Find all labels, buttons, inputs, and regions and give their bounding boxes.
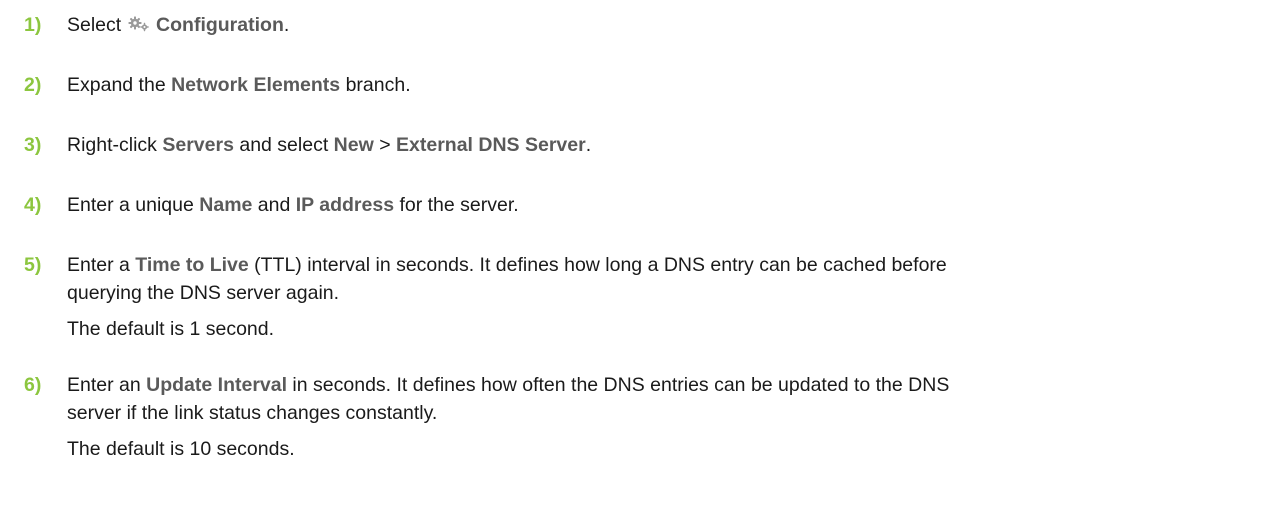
ui-term-configuration: Configuration: [156, 14, 284, 36]
step-number: 4): [24, 194, 42, 216]
step-4: 4) Enter a unique Name and IP address fo…: [24, 191, 1264, 219]
step-6: 6) Enter an Update Interval in seconds. …: [24, 371, 1264, 463]
step-number: 5): [24, 254, 42, 276]
step-1: 1) Select Configuration.: [24, 11, 1264, 39]
ui-term-ip-address: IP address: [295, 194, 395, 216]
gears-icon: [128, 16, 150, 32]
step-text: Enter a unique Name and IP address for t…: [67, 194, 519, 216]
step-text: Enter an Update Interval in seconds. It …: [67, 374, 950, 396]
ui-term-name: Name: [199, 194, 253, 216]
ui-term-external-dns-server: External DNS Server: [396, 134, 586, 156]
step-text-continued: server if the link status changes consta…: [67, 402, 438, 424]
ui-term-update-interval: Update Interval: [146, 374, 288, 396]
step-text: Select Configuration.: [67, 14, 290, 36]
step-number: 2): [24, 74, 42, 96]
step-note: The default is 1 second.: [67, 318, 275, 340]
step-text-continued: querying the DNS server again.: [67, 282, 340, 304]
procedure-steps: 1) Select Configuration. 2) Expand the N…: [24, 11, 1264, 463]
step-text: Enter a Time to Live (TTL) interval in s…: [67, 254, 947, 276]
ui-term-servers: Servers: [162, 134, 234, 156]
step-text: Expand the Network Elements branch.: [67, 74, 411, 96]
step-number: 6): [24, 374, 42, 396]
step-3: 3) Right-click Servers and select New > …: [24, 131, 1264, 159]
step-text: Right-click Servers and select New > Ext…: [67, 134, 592, 156]
ui-term-new: New: [333, 134, 374, 156]
step-note: The default is 10 seconds.: [67, 438, 295, 460]
step-number: 1): [24, 14, 42, 36]
ui-term-network-elements: Network Elements: [171, 74, 341, 96]
ui-term-time-to-live: Time to Live: [135, 254, 249, 276]
step-number: 3): [24, 134, 42, 156]
step-5: 5) Enter a Time to Live (TTL) interval i…: [24, 251, 1264, 343]
step-2: 2) Expand the Network Elements branch.: [24, 71, 1264, 99]
